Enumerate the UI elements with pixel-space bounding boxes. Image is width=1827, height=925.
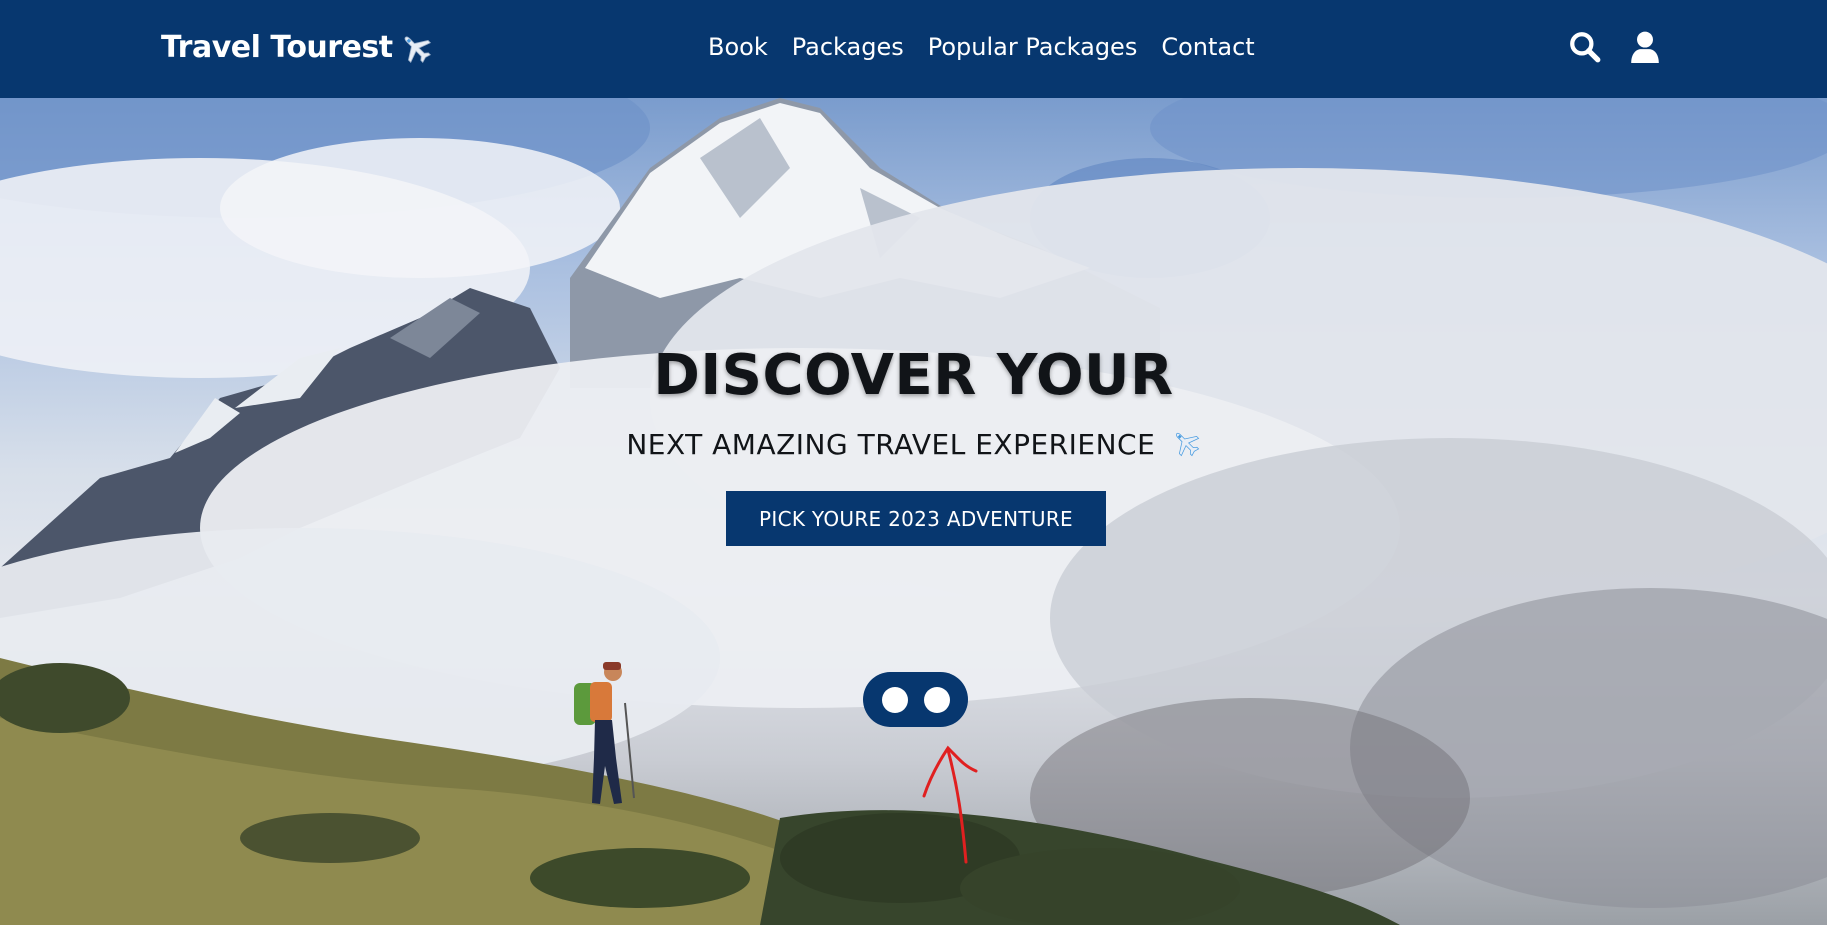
slider-dot-1[interactable]	[881, 686, 908, 713]
user-icon[interactable]	[1628, 30, 1662, 64]
nav-link-book[interactable]: Book	[708, 33, 768, 61]
nav-link-packages[interactable]: Packages	[792, 33, 904, 61]
slider-dot-2[interactable]	[923, 686, 950, 713]
airplane-icon	[404, 36, 431, 63]
slider-dots-toggle[interactable]	[863, 672, 968, 727]
brand-name: Travel Tourest	[161, 30, 393, 65]
airplane-icon	[1175, 432, 1199, 457]
hero-title: DISCOVER YOUR	[653, 343, 1174, 408]
pick-adventure-button[interactable]: PICK YOURE 2023 ADVENTURE	[726, 491, 1106, 546]
main-nav: Book Packages Popular Packages Contact	[708, 33, 1255, 61]
brand-logo[interactable]: Travel Tourest	[161, 30, 433, 65]
nav-link-contact[interactable]: Contact	[1161, 33, 1254, 61]
nav-link-popular-packages[interactable]: Popular Packages	[928, 33, 1138, 61]
hero-subtitle: NEXT AMAZING TRAVEL EXPERIENCE	[0, 428, 1827, 461]
hero-subtitle-text: NEXT AMAZING TRAVEL EXPERIENCE	[626, 428, 1156, 461]
navbar: Travel Tourest Book Packages Popular Pac…	[0, 0, 1827, 98]
search-icon[interactable]	[1568, 30, 1602, 64]
nav-icons	[1568, 30, 1662, 64]
hero-section: DISCOVER YOUR NEXT AMAZING TRAVEL EXPERI…	[0, 98, 1827, 925]
